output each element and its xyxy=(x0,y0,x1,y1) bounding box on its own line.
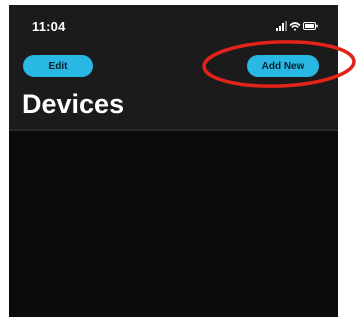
wifi-icon xyxy=(289,22,301,31)
phone-screen: 11:04 Edit Add New Devices xyxy=(9,5,338,317)
status-icons xyxy=(276,20,320,32)
edit-button[interactable]: Edit xyxy=(23,55,93,77)
add-new-button[interactable]: Add New xyxy=(247,55,319,77)
page-title: Devices xyxy=(22,89,125,119)
battery-icon xyxy=(303,22,318,30)
signal-icon xyxy=(276,21,287,31)
header-divider xyxy=(9,129,338,131)
status-time: 11:04 xyxy=(32,19,66,34)
